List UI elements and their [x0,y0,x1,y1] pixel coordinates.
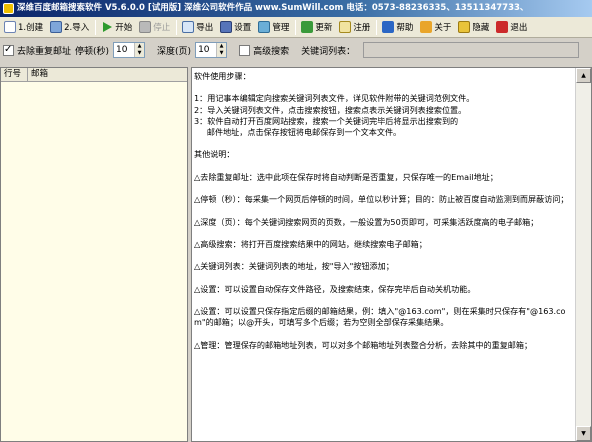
export-icon [182,21,195,33]
window-title: 深维百度邮箱搜索软件 V5.6.0.0 [试用版] 深维公司软件作品 www.S… [17,3,529,13]
advanced-search-label: 高级搜索 [253,46,290,57]
create-button[interactable]: 1.创建 [1,18,46,37]
scroll-down-icon[interactable]: ▼ [576,426,591,441]
stop-icon [139,21,152,33]
manage-icon [258,21,271,33]
register-button[interactable]: 注册 [336,18,373,37]
depth-value[interactable]: 10 [196,43,216,57]
save-settings-icon [220,21,233,33]
advanced-search-checkbox[interactable] [239,44,251,56]
manage-button[interactable]: 管理 [255,18,292,37]
import-button[interactable]: 2.导入 [47,18,92,37]
depth-spinner-arrows[interactable]: ▲ ▼ [216,43,227,57]
keyword-list-label: 关键词列表： [301,46,356,57]
new-file-icon [4,21,16,33]
app-icon [3,3,14,14]
hide-icon [458,21,471,33]
start-button[interactable]: 开始 [98,18,135,37]
spin-up-icon[interactable]: ▲ [217,43,226,50]
help-button[interactable]: 帮助 [379,18,416,37]
depth-spinner[interactable]: 10 ▲ ▼ [195,42,228,58]
exit-button[interactable]: 退出 [493,18,530,37]
email-list-table[interactable]: 行号 邮箱 [0,67,188,442]
help-icon [382,21,395,33]
about-button[interactable]: 关于 [417,18,454,37]
instructions-panel[interactable]: 软件使用步骤： 1：用记事本编辑定向搜索关键词列表文件，详见软件附带的关键词范例… [191,67,592,442]
toolbar-separator [376,19,378,35]
dedupe-checkbox[interactable] [3,44,14,56]
spin-up-icon[interactable]: ▲ [135,43,144,50]
export-button[interactable]: 导出 [179,18,216,37]
column-header-email[interactable]: 邮箱 [28,68,187,81]
delay-value[interactable]: 10 [114,43,134,57]
hide-button[interactable]: 隐藏 [455,18,492,37]
vertical-scrollbar[interactable]: ▲ ▼ [575,68,591,441]
register-icon [339,21,352,33]
toolbar-separator [295,19,297,35]
table-header: 行号 邮箱 [1,68,187,82]
import-icon [50,21,63,33]
scroll-up-icon[interactable]: ▲ [576,68,591,83]
spin-down-icon[interactable]: ▼ [135,50,144,57]
delay-spinner[interactable]: 10 ▲ ▼ [113,42,146,58]
stop-button[interactable]: 停止 [136,18,173,37]
play-icon [101,21,113,33]
toolbar: 1.创建 2.导入 开始 停止 导出 设置 管理 更新 注册 帮助 关于 隐藏 … [0,17,592,38]
options-bar: 去除重复邮址 停顿(秒) 10 ▲▼ 深度(页) 10 ▲▼ 高级搜索 关键词列… [0,38,592,62]
keyword-list-field[interactable] [363,42,580,58]
refresh-icon [301,21,314,33]
settings-button[interactable]: 设置 [217,18,254,37]
toolbar-separator [176,19,178,35]
spin-down-icon[interactable]: ▼ [217,50,226,57]
depth-label: 深度(页) [157,46,192,57]
info-icon [420,21,433,33]
toolbar-separator [95,19,97,35]
dedupe-label: 去除重复邮址 [17,46,72,57]
column-header-row-number[interactable]: 行号 [1,68,28,81]
delay-spinner-arrows[interactable]: ▲ ▼ [134,43,145,57]
delay-label: 停顿(秒) [75,46,110,57]
instructions-text: 软件使用步骤： 1：用记事本编辑定向搜索关键词列表文件，详见软件附带的关键词范例… [194,71,569,350]
exit-icon [496,21,509,33]
update-button[interactable]: 更新 [298,18,335,37]
title-bar: 深维百度邮箱搜索软件 V5.6.0.0 [试用版] 深维公司软件作品 www.S… [0,0,592,17]
